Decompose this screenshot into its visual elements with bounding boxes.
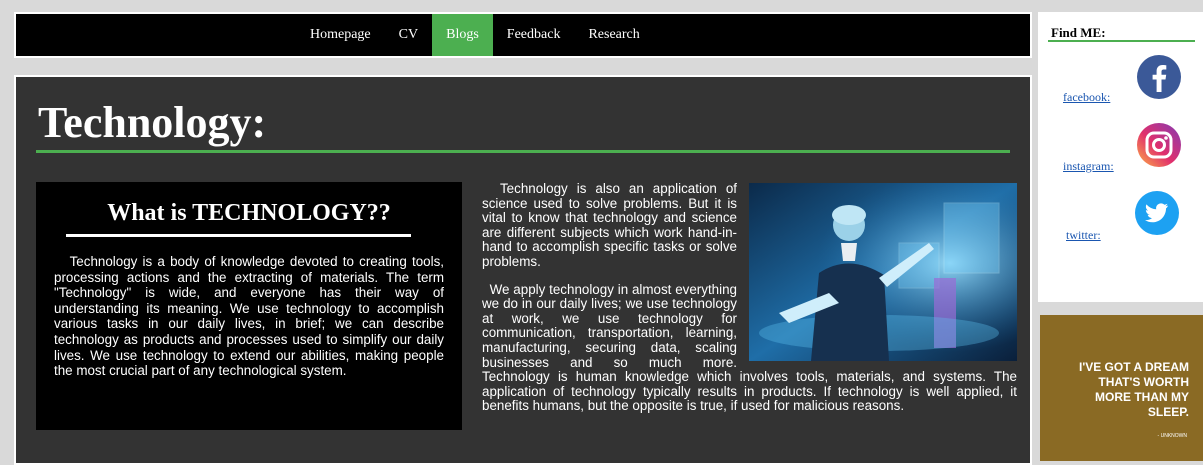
heading-underline bbox=[66, 234, 411, 237]
instagram-icon[interactable] bbox=[1136, 122, 1182, 168]
what-is-technology-heading: What is TECHNOLOGY?? bbox=[107, 200, 391, 226]
nav-item-cv[interactable]: CV bbox=[385, 14, 432, 56]
find-me-title: Find ME: bbox=[1051, 25, 1106, 40]
nav-menu: Homepage CV Blogs Feedback Research bbox=[296, 14, 654, 56]
top-nav: Homepage CV Blogs Feedback Research bbox=[14, 12, 1032, 58]
find-me-divider bbox=[1048, 40, 1195, 42]
nav-item-feedback[interactable]: Feedback bbox=[493, 14, 575, 56]
poster-quote: I'VE GOT A DREAM THAT'S WORTH MORE THAN … bbox=[1079, 360, 1189, 419]
facebook-link[interactable]: facebook: bbox=[1063, 90, 1110, 105]
nav-item-blogs[interactable]: Blogs bbox=[432, 14, 493, 56]
article-column: Technology is also an application of sci… bbox=[482, 181, 1017, 427]
title-divider bbox=[36, 150, 1010, 153]
technology-image bbox=[749, 183, 1017, 361]
page-title: Technology: bbox=[38, 98, 267, 147]
find-me-sidebar: Find ME: facebook: instagram: twitter: bbox=[1038, 12, 1203, 302]
facebook-icon[interactable] bbox=[1136, 54, 1182, 100]
quote-poster: I'VE GOT A DREAM THAT'S WORTH MORE THAN … bbox=[1040, 315, 1203, 461]
nav-item-research[interactable]: Research bbox=[574, 14, 653, 56]
main-panel: Technology: What is TECHNOLOGY?? Technol… bbox=[14, 75, 1032, 465]
nav-item-homepage[interactable]: Homepage bbox=[296, 14, 385, 56]
poster-author: - UNKNOWN bbox=[1157, 433, 1187, 439]
twitter-icon[interactable] bbox=[1134, 190, 1180, 236]
instagram-link[interactable]: instagram: bbox=[1063, 159, 1114, 174]
what-is-technology-text: Technology is a body of knowledge devote… bbox=[54, 254, 448, 379]
what-is-technology-box: What is TECHNOLOGY?? Technology is a bod… bbox=[36, 182, 462, 430]
twitter-link[interactable]: twitter: bbox=[1066, 228, 1101, 243]
